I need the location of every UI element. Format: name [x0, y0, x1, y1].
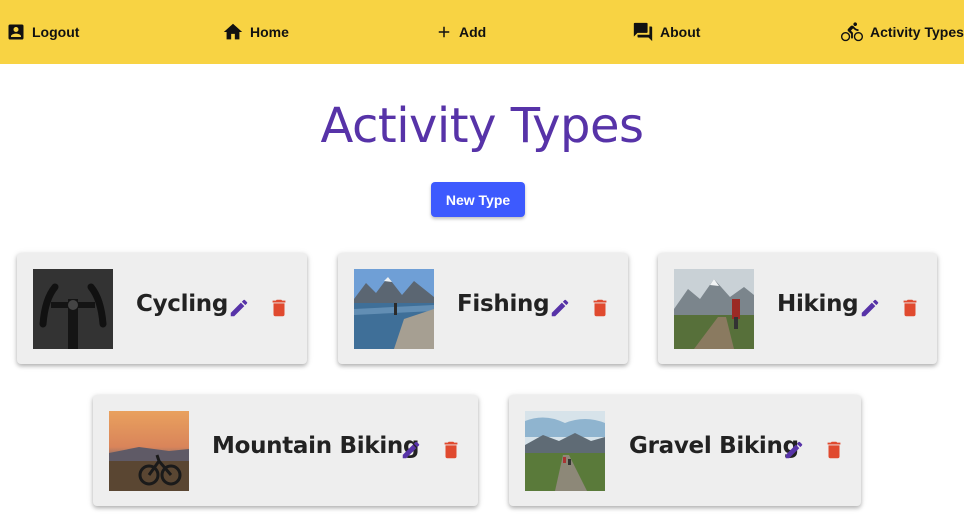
page-title: Activity Types [320, 98, 644, 154]
edit-pencil-icon[interactable] [399, 438, 423, 462]
gravel-road-photo [525, 411, 605, 491]
activity-type-name: Gravel Biking [629, 433, 799, 459]
activity-type-card: Fishing [338, 253, 628, 364]
nav-activity-types-label: Activity Types [870, 24, 964, 40]
activity-type-card: Hiking [658, 253, 937, 364]
lake-mountain-photo [354, 269, 434, 349]
activity-type-card: Gravel Biking [509, 395, 861, 506]
nav-about-label: About [660, 24, 701, 40]
edit-pencil-icon[interactable] [548, 296, 572, 320]
nav-home[interactable]: Home [222, 0, 289, 64]
home-icon [222, 21, 244, 43]
activity-type-name: Cycling [136, 291, 229, 317]
nav-about[interactable]: About [632, 0, 700, 64]
plus-icon [435, 23, 453, 41]
nav-add-label: Add [459, 24, 487, 40]
activity-type-name: Hiking [777, 291, 859, 317]
activity-type-card: Cycling [17, 253, 307, 364]
nav-activity-types[interactable]: Activity Types [840, 0, 964, 64]
nav-logout-label: Logout [32, 24, 80, 40]
handlebar-photo [33, 269, 113, 349]
edit-pencil-icon[interactable] [227, 296, 251, 320]
nav-logout[interactable]: Logout [6, 0, 79, 64]
account-box-icon [6, 22, 26, 42]
bicycle-icon [840, 21, 864, 43]
bike-sunset-photo [109, 411, 189, 491]
activity-type-name: Fishing [457, 291, 550, 317]
activity-type-name: Mountain Biking [212, 433, 420, 459]
edit-pencil-icon[interactable] [858, 296, 882, 320]
delete-trash-icon[interactable] [267, 296, 291, 320]
mountain-trail-photo [674, 269, 754, 349]
edit-pencil-icon[interactable] [782, 438, 806, 462]
delete-trash-icon[interactable] [822, 438, 846, 462]
activity-type-card: Mountain Biking [93, 395, 478, 506]
top-navbar: Logout Home Add About Activity Types [0, 0, 964, 64]
forum-icon [632, 21, 654, 43]
nav-add[interactable]: Add [435, 0, 486, 64]
new-type-button[interactable]: New Type [431, 182, 525, 217]
nav-home-label: Home [250, 24, 289, 40]
delete-trash-icon[interactable] [439, 438, 463, 462]
delete-trash-icon[interactable] [588, 296, 612, 320]
delete-trash-icon[interactable] [898, 296, 922, 320]
